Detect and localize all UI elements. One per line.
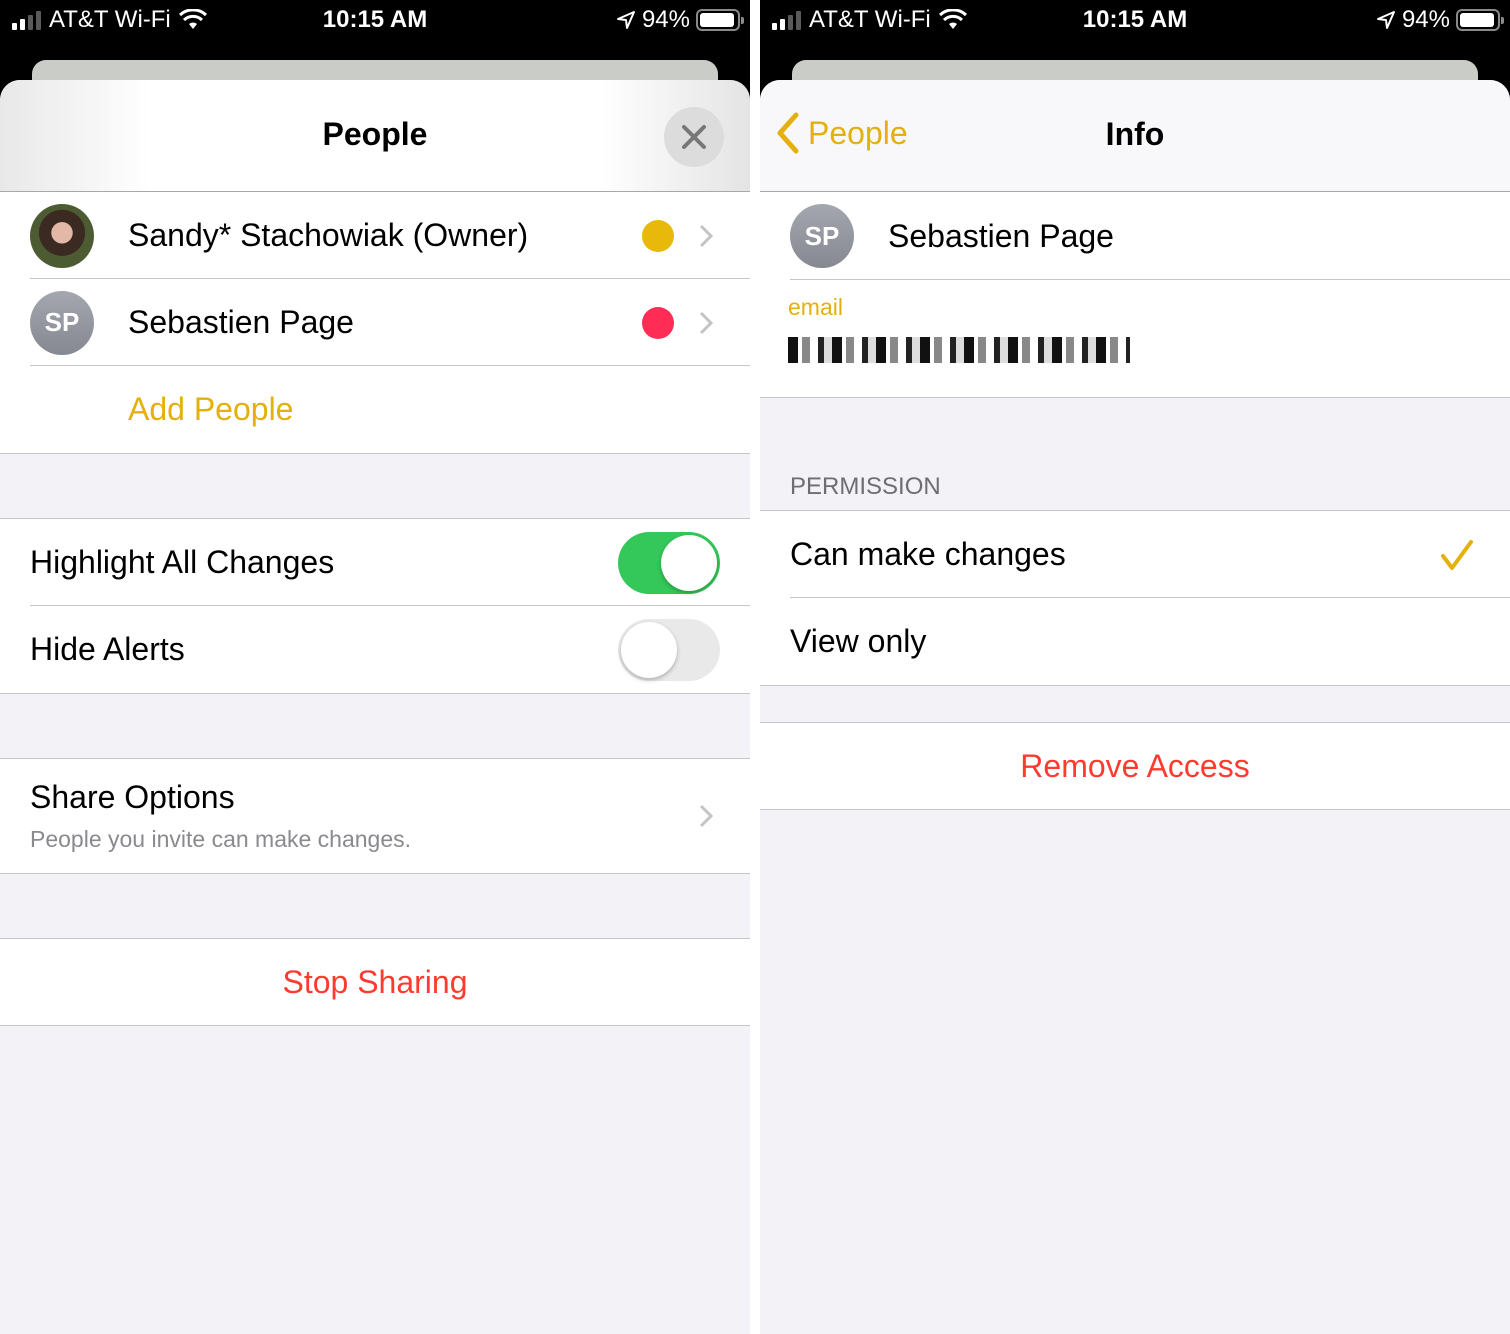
highlight-color-dot — [642, 219, 674, 252]
info-screen: AT&T Wi-Fi 10:15 AM 94% People Info SP S… — [760, 0, 1510, 1334]
person-name: Sebastien Page — [888, 217, 1114, 254]
share-options-title: Share Options — [30, 779, 235, 815]
contact-row: SP Sebastien Page — [760, 192, 1510, 280]
share-options-subtitle: People you invite can make changes. — [30, 826, 412, 852]
stop-sharing-button[interactable]: Stop Sharing — [0, 939, 750, 1025]
share-options-group: Share Options People you invite can make… — [0, 758, 750, 874]
page-title: People — [322, 116, 428, 152]
status-bar: AT&T Wi-Fi 10:15 AM 94% — [0, 0, 750, 42]
avatar: SP — [30, 290, 94, 355]
person-row-owner[interactable]: Sandy* Stachowiak (Owner) — [0, 192, 750, 279]
chevron-right-icon — [699, 311, 713, 334]
hide-alerts-toggle[interactable] — [618, 618, 720, 681]
chevron-right-icon — [699, 804, 713, 828]
info-sheet: People Info SP Sebastien Page email PERM… — [760, 80, 1510, 1334]
email-value-redacted — [788, 337, 1130, 363]
settings-group: Highlight All Changes Hide Alerts — [0, 518, 750, 694]
person-row-sebastien[interactable]: SP Sebastien Page — [0, 279, 750, 366]
status-bar: AT&T Wi-Fi 10:15 AM 94% — [760, 0, 1510, 42]
remove-access-group: Remove Access — [760, 722, 1510, 810]
person-name: Sandy* Stachowiak (Owner) — [128, 217, 529, 253]
option-label: Can make changes — [790, 536, 1066, 572]
person-name: Sebastien Page — [128, 304, 354, 340]
avatar: SP — [790, 204, 854, 268]
add-people-button[interactable]: Add People — [0, 366, 750, 453]
hide-alerts-label: Hide Alerts — [30, 631, 185, 667]
close-button[interactable] — [664, 107, 724, 167]
highlight-all-changes-row: Highlight All Changes — [0, 519, 750, 606]
battery-percent: 94% — [641, 6, 690, 33]
navigation-bar: People Info — [760, 80, 1510, 192]
page-title: Info — [1105, 116, 1165, 152]
permission-option-can-make-changes[interactable]: Can make changes — [760, 511, 1510, 598]
permission-options: Can make changes View only — [760, 510, 1510, 686]
battery-icon — [696, 9, 744, 31]
highlight-all-changes-toggle[interactable] — [618, 531, 720, 594]
remove-access-label: Remove Access — [1020, 747, 1250, 784]
permission-option-view-only[interactable]: View only — [760, 598, 1510, 685]
location-arrow-icon — [616, 11, 635, 29]
people-list: Sandy* Stachowiak (Owner) SP Sebastien P… — [0, 192, 750, 454]
navigation-bar: People — [0, 80, 750, 192]
contact-group: SP Sebastien Page email — [760, 192, 1510, 398]
checkmark-icon — [1441, 539, 1473, 570]
close-icon — [682, 125, 706, 149]
stop-sharing-label: Stop Sharing — [282, 963, 468, 1000]
share-options-row[interactable]: Share Options People you invite can make… — [0, 759, 750, 873]
chevron-right-icon — [699, 224, 713, 247]
stop-sharing-group: Stop Sharing — [0, 938, 750, 1026]
battery-percent: 94% — [1401, 6, 1450, 33]
location-arrow-icon — [1376, 11, 1395, 29]
avatar — [30, 203, 94, 268]
add-people-label: Add People — [128, 391, 294, 427]
email-row: email — [760, 280, 1510, 397]
people-sheet: People Sandy* Stachowiak (Owner) SP Seba… — [0, 80, 750, 1334]
permission-section-header: PERMISSION — [790, 473, 941, 500]
battery-icon — [1456, 9, 1504, 31]
email-label: email — [788, 294, 843, 320]
highlight-all-changes-label: Highlight All Changes — [30, 544, 335, 580]
highlight-color-dot — [642, 306, 674, 339]
hide-alerts-row: Hide Alerts — [0, 606, 750, 693]
option-label: View only — [790, 623, 927, 659]
remove-access-button[interactable]: Remove Access — [760, 723, 1510, 809]
people-screen: AT&T Wi-Fi 10:15 AM 94% People Sandy* St… — [0, 0, 750, 1334]
